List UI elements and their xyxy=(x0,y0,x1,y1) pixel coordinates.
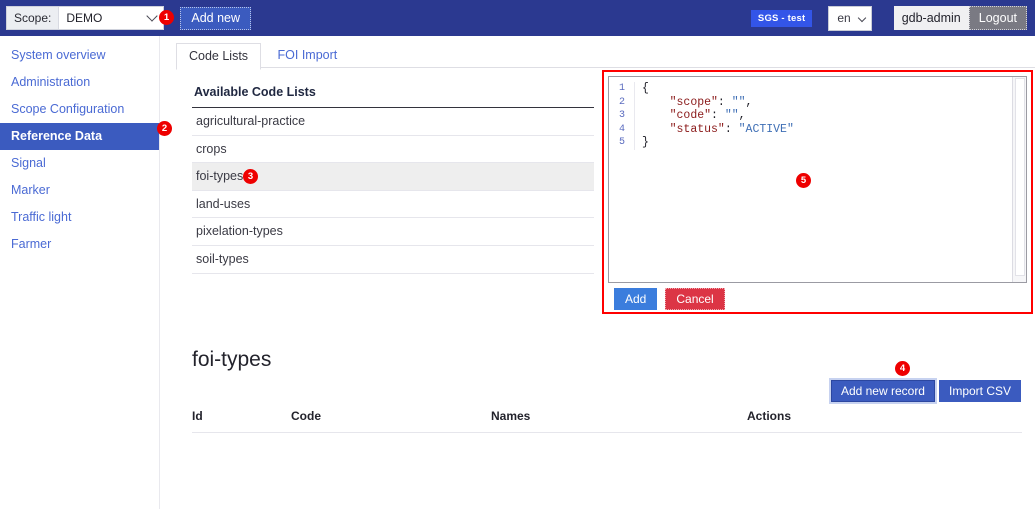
header-right-group: SGS - test en gdb-admin Logout xyxy=(751,0,1027,36)
code-line: 2 "scope": "", xyxy=(609,96,1013,110)
code-list-item-land-uses[interactable]: land-uses xyxy=(192,191,594,219)
line-number: 4 xyxy=(609,123,635,137)
code-list-item-soil-types[interactable]: soil-types xyxy=(192,246,594,274)
sidebar-item-system-overview[interactable]: System overview xyxy=(0,42,159,69)
json-comma: , xyxy=(746,96,753,109)
json-comma: , xyxy=(739,109,746,122)
code-list-item-crops[interactable]: crops xyxy=(192,136,594,164)
json-key: "status" xyxy=(670,123,725,136)
chevron-down-icon xyxy=(857,13,865,21)
json-key: "code" xyxy=(670,109,711,122)
editor-add-button[interactable]: Add xyxy=(614,288,657,310)
user-group: gdb-admin Logout xyxy=(894,6,1027,30)
sidebar-item-scope-configuration[interactable]: Scope Configuration xyxy=(0,96,159,123)
record-panel-title: foi-types xyxy=(192,348,271,372)
column-header-id: Id xyxy=(192,409,291,423)
json-separator: : xyxy=(711,109,725,122)
json-separator: : xyxy=(718,96,732,109)
code-text: "code": "", xyxy=(635,109,746,123)
sidebar-item-signal[interactable]: Signal xyxy=(0,150,159,177)
column-header-code: Code xyxy=(291,409,491,423)
json-value: "ACTIVE" xyxy=(739,123,794,136)
editor-button-group: Add Cancel xyxy=(614,288,725,310)
tab-code-lists[interactable]: Code Lists xyxy=(176,43,261,70)
chevron-down-icon xyxy=(147,10,158,21)
username-label: gdb-admin xyxy=(894,6,969,30)
add-new-button[interactable]: Add new xyxy=(180,7,251,30)
sidebar-item-administration[interactable]: Administration xyxy=(0,69,159,96)
records-table: Id Code Names Actions xyxy=(192,409,1022,433)
sidebar-item-farmer[interactable]: Farmer xyxy=(0,231,159,258)
editor-scrollbar-thumb[interactable] xyxy=(1015,78,1025,276)
record-button-group: Add new record Import CSV xyxy=(831,380,1021,402)
line-number: 3 xyxy=(609,109,635,123)
annotation-badge-1: 1 xyxy=(159,10,174,25)
code-line: 1 { xyxy=(609,82,1013,96)
add-new-record-button[interactable]: Add new record xyxy=(831,380,935,402)
scope-selected-value: DEMO xyxy=(66,11,102,25)
logout-button[interactable]: Logout xyxy=(969,6,1027,30)
records-table-header-row: Id Code Names Actions xyxy=(192,409,1022,433)
code-line: 3 "code": "", xyxy=(609,109,1013,123)
tab-foi-import[interactable]: FOI Import xyxy=(266,43,350,68)
json-value: "" xyxy=(725,109,739,122)
language-dropdown[interactable]: en xyxy=(828,6,871,31)
column-header-names: Names xyxy=(491,409,747,423)
code-text: "scope": "", xyxy=(635,96,752,110)
sidebar-item-traffic-light[interactable]: Traffic light xyxy=(0,204,159,231)
code-list-item-pixelation-types[interactable]: pixelation-types xyxy=(192,218,594,246)
code-text: } xyxy=(635,136,649,150)
line-number: 2 xyxy=(609,96,635,110)
environment-badge: SGS - test xyxy=(751,10,812,27)
editor-vertical-scrollbar[interactable] xyxy=(1012,77,1026,282)
json-editor[interactable]: 1 { 2 "scope": "", 3 "code": "", 4 "stat… xyxy=(608,76,1027,283)
top-header-bar: Scope: DEMO Add new SGS - test en gdb-ad… xyxy=(0,0,1035,36)
code-text: "status": "ACTIVE" xyxy=(635,123,794,137)
annotation-badge-2: 2 xyxy=(157,121,172,136)
line-number: 5 xyxy=(609,136,635,150)
sidebar-item-marker[interactable]: Marker xyxy=(0,177,159,204)
editor-cancel-button[interactable]: Cancel xyxy=(665,288,724,310)
json-code-area[interactable]: 1 { 2 "scope": "", 3 "code": "", 4 "stat… xyxy=(609,77,1013,282)
available-code-lists-heading: Available Code Lists xyxy=(192,82,594,108)
line-number: 1 xyxy=(609,82,635,96)
code-list-item-agricultural-practice[interactable]: agricultural-practice xyxy=(192,108,594,136)
code-line: 5 } xyxy=(609,136,1013,150)
scope-selector[interactable]: Scope: DEMO xyxy=(6,6,164,30)
tab-bar: Code Lists FOI Import xyxy=(176,42,1035,68)
column-header-actions: Actions xyxy=(747,409,927,423)
scope-dropdown[interactable]: DEMO xyxy=(59,7,163,29)
json-editor-annotated-region: 1 { 2 "scope": "", 3 "code": "", 4 "stat… xyxy=(602,70,1033,314)
language-value: en xyxy=(837,11,850,25)
json-value: "" xyxy=(732,96,746,109)
json-separator: : xyxy=(725,123,739,136)
annotation-badge-5: 5 xyxy=(796,173,811,188)
scope-label: Scope: xyxy=(7,7,59,29)
annotation-badge-4: 4 xyxy=(895,361,910,376)
code-text: { xyxy=(635,82,649,96)
sidebar-item-reference-data[interactable]: Reference Data xyxy=(0,123,159,150)
sidebar-navigation: System overview Administration Scope Con… xyxy=(0,36,160,509)
json-key: "scope" xyxy=(670,96,718,109)
annotation-badge-3: 3 xyxy=(243,169,258,184)
import-csv-button[interactable]: Import CSV xyxy=(939,380,1021,402)
code-line: 4 "status": "ACTIVE" xyxy=(609,123,1013,137)
